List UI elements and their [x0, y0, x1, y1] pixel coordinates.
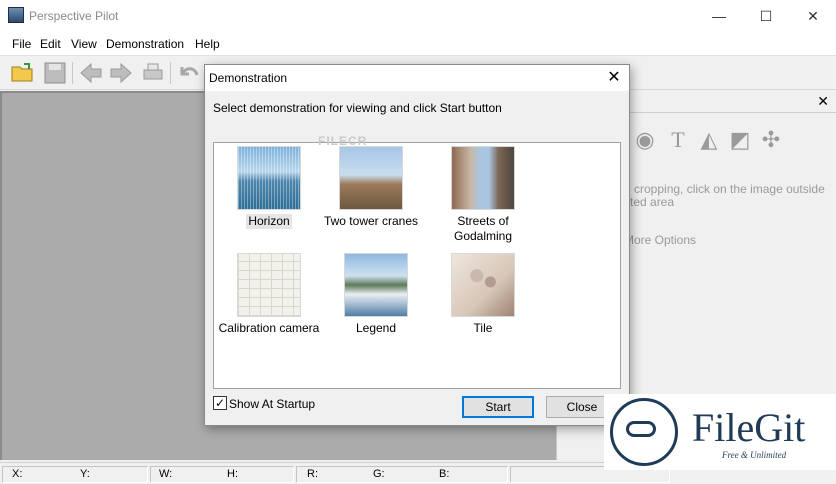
menu-help[interactable]: Help	[195, 37, 220, 51]
print-icon[interactable]	[140, 61, 166, 85]
horizon-thumbnail	[237, 146, 301, 210]
demo-item-streets-of-godalming[interactable]: Streets of Godalming	[428, 146, 538, 244]
status-r: R:	[307, 468, 318, 480]
demo-item-label: Legend	[355, 321, 397, 335]
dialog-title-bar: Demonstration ✕	[205, 65, 629, 91]
menu-demonstration[interactable]: Demonstration	[106, 37, 184, 51]
demo-item-label: Tile	[473, 321, 493, 335]
status-g: G:	[373, 468, 385, 480]
close-icon[interactable]: ✕	[817, 93, 829, 110]
scale-tool-icon[interactable]: ◭	[696, 127, 722, 153]
dialog-title: Demonstration	[209, 71, 288, 85]
status-cell-xy	[2, 466, 148, 483]
status-y: Y:	[80, 468, 90, 480]
legend-thumbnail	[344, 253, 408, 317]
circle-tool-icon[interactable]: ◉	[632, 127, 658, 153]
demo-item-calibration-camera[interactable]: Calibration camera	[214, 253, 324, 336]
demo-item-label: Calibration camera	[218, 321, 320, 335]
demo-item-legend[interactable]: Legend	[321, 253, 431, 336]
minimize-button[interactable]: —	[696, 0, 742, 32]
filegit-name: FileGit	[692, 405, 806, 450]
app-icon	[8, 7, 24, 23]
dialog-instruction: Select demonstration for viewing and cli…	[213, 101, 502, 115]
toolbar-separator	[170, 62, 171, 84]
cranes-thumbnail	[339, 146, 403, 210]
pin-tool-icon[interactable]: ✣	[758, 127, 784, 153]
start-button[interactable]: Start	[462, 396, 534, 418]
save-icon[interactable]	[42, 61, 68, 85]
text-tool-icon[interactable]: T	[665, 127, 691, 153]
filecr-watermark: FILECR	[318, 134, 368, 148]
demo-item-two-tower-cranes[interactable]: Two tower cranes	[306, 146, 436, 229]
panel-hint-line1: e cropping, click on the image outside	[624, 182, 825, 196]
panel-hint-line2: cted area	[624, 195, 675, 209]
open-folder-icon[interactable]	[10, 61, 36, 85]
filegit-logo: FileGit Free & Unlimited	[604, 394, 836, 470]
close-window-button[interactable]: ✕	[790, 0, 836, 32]
toolbar-separator	[72, 62, 73, 84]
window-title: Perspective Pilot	[29, 9, 119, 23]
cloud-icon	[626, 421, 656, 437]
status-w: W:	[159, 468, 173, 480]
more-options-link[interactable]: More Options	[624, 233, 696, 247]
back-arrow-icon[interactable]	[78, 61, 104, 85]
menu-edit[interactable]: Edit	[40, 37, 61, 51]
undo-icon[interactable]	[176, 61, 202, 85]
crop-tool-icon[interactable]: ◩	[727, 127, 753, 153]
menu-view[interactable]: View	[71, 37, 97, 51]
tile-thumbnail	[451, 253, 515, 317]
demo-item-label: Streets of Godalming	[453, 214, 513, 243]
title-bar: Perspective Pilot — ☐ ✕	[0, 0, 836, 32]
godalming-thumbnail	[451, 146, 515, 210]
demo-item-tile[interactable]: Tile	[428, 253, 538, 336]
demonstration-dialog: Demonstration ✕ Select demonstration for…	[204, 64, 630, 426]
show-at-startup-checkbox[interactable]: ✓	[213, 396, 227, 410]
calibration-thumbnail	[237, 253, 301, 317]
status-b: B:	[439, 468, 450, 480]
dialog-close-icon[interactable]: ✕	[599, 65, 629, 91]
menu-file[interactable]: File	[12, 37, 31, 51]
demo-item-label: Horizon	[246, 214, 292, 229]
show-at-startup-label[interactable]: Show At Startup	[229, 397, 315, 411]
status-x: X:	[12, 468, 23, 480]
status-h: H:	[227, 468, 238, 480]
status-cell-rgb	[296, 466, 508, 483]
menu-bar: File Edit View Demonstration Help	[0, 32, 836, 56]
demo-item-label: Two tower cranes	[323, 214, 419, 228]
forward-arrow-icon[interactable]	[108, 61, 134, 85]
filegit-tagline: Free & Unlimited	[722, 450, 787, 460]
demo-gallery: Horizon Two tower cranes Streets of Goda…	[213, 142, 621, 389]
maximize-button[interactable]: ☐	[743, 0, 789, 32]
